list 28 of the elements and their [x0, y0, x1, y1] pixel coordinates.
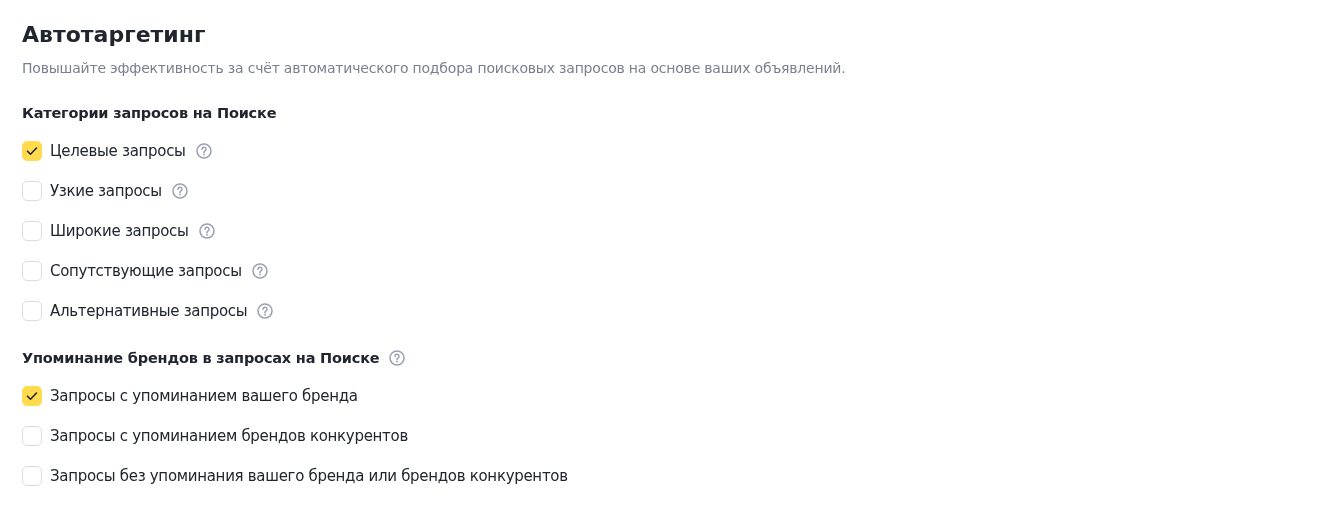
option-label[interactable]: Запросы без упоминания вашего бренда или брендов конкурентов	[50, 464, 568, 488]
option-label[interactable]: Целевые запросы	[50, 139, 186, 163]
help-icon[interactable]	[257, 303, 274, 319]
help-icon[interactable]	[198, 223, 215, 239]
checkbox[interactable]	[22, 301, 42, 321]
page-title: Автотаргетинг	[22, 21, 207, 49]
checkbox[interactable]	[22, 386, 42, 406]
checkbox[interactable]	[22, 426, 42, 446]
help-icon[interactable]	[195, 143, 212, 159]
option-label[interactable]: Узкие запросы	[50, 179, 162, 203]
help-icon[interactable]	[171, 183, 188, 199]
option-label[interactable]: Запросы с упоминанием вашего бренда	[50, 384, 358, 408]
option-label[interactable]: Сопутствующие запросы	[50, 259, 242, 283]
option-label[interactable]: Альтернативные запросы	[50, 299, 248, 323]
option-label[interactable]: Широкие запросы	[50, 219, 189, 243]
help-icon[interactable]	[251, 263, 268, 279]
checkbox[interactable]	[22, 466, 42, 486]
check-icon	[25, 389, 39, 403]
checkbox[interactable]	[22, 261, 42, 281]
check-icon	[25, 144, 39, 158]
option-label[interactable]: Запросы с упоминанием брендов конкурентов	[50, 424, 408, 448]
section-heading: Упоминание брендов в запросах на Поиске	[22, 349, 380, 368]
help-icon[interactable]	[389, 350, 406, 366]
checkbox[interactable]	[22, 221, 42, 241]
checkbox[interactable]	[22, 141, 42, 161]
section-heading: Категории запросов на Поиске	[22, 104, 277, 123]
checkbox[interactable]	[22, 181, 42, 201]
page-description: Повышайте эффективность за счёт автоматического подбора поисковых запросов на основе ваших объявлений.	[22, 59, 847, 78]
